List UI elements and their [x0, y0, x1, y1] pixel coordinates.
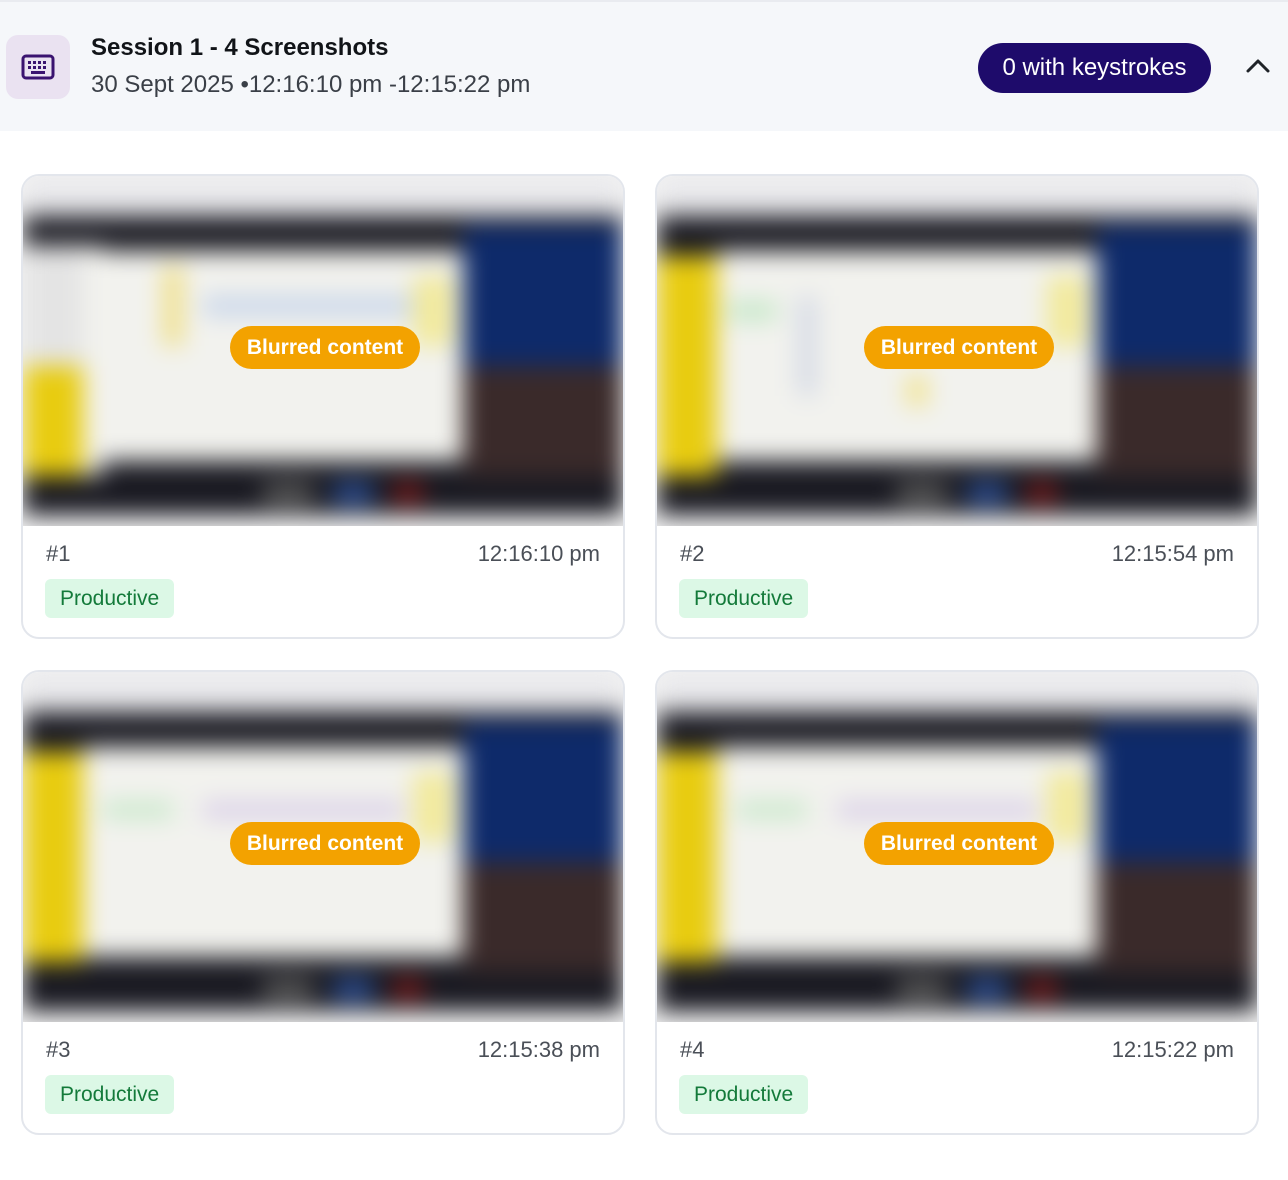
blurred-content-badge: Blurred content [230, 326, 420, 369]
screenshot-thumbnail[interactable]: Blurred content [23, 176, 623, 526]
screenshot-card[interactable]: Blurred content #1 12:16:10 pm Productiv… [21, 174, 625, 639]
session-header[interactable]: Session 1 - 4 Screenshots 30 Sept 2025 •… [0, 2, 1288, 131]
productivity-badge: Productive [45, 579, 175, 618]
screenshot-number: #1 [46, 541, 71, 566]
screenshot-time: 12:16:10 pm [477, 541, 600, 566]
blurred-content-badge: Blurred content [230, 822, 420, 865]
chevron-up-icon [1245, 58, 1271, 79]
keystrokes-badge[interactable]: 0 with keystrokes [978, 43, 1211, 93]
productivity-badge: Productive [679, 1075, 809, 1114]
session-time-range: 30 Sept 2025 •12:16:10 pm -12:15:22 pm [91, 71, 531, 98]
screenshot-thumbnail[interactable]: Blurred content [23, 672, 623, 1022]
screenshot-thumbnail[interactable]: Blurred content [657, 672, 1257, 1022]
blurred-content-badge: Blurred content [864, 326, 1054, 369]
screenshot-card[interactable]: Blurred content #4 12:15:22 pm Productiv… [655, 670, 1259, 1135]
screenshot-number: #2 [680, 541, 705, 566]
screenshot-time: 12:15:54 pm [1111, 541, 1234, 566]
screenshot-thumbnail[interactable]: Blurred content [657, 176, 1257, 526]
screenshot-card[interactable]: Blurred content #2 12:15:54 pm Productiv… [655, 174, 1259, 639]
screenshot-time: 12:15:38 pm [477, 1037, 600, 1062]
screenshot-number: #4 [680, 1037, 705, 1062]
productivity-badge: Productive [45, 1075, 175, 1114]
screenshot-time: 12:15:22 pm [1111, 1037, 1234, 1062]
screenshot-card[interactable]: Blurred content #3 12:15:38 pm Productiv… [21, 670, 625, 1135]
session-title: Session 1 - 4 Screenshots [91, 34, 389, 61]
collapse-button[interactable] [1238, 50, 1278, 86]
productivity-badge: Productive [679, 579, 809, 618]
keyboard-icon [6, 35, 70, 99]
blurred-content-badge: Blurred content [864, 822, 1054, 865]
screenshot-number: #3 [46, 1037, 71, 1062]
